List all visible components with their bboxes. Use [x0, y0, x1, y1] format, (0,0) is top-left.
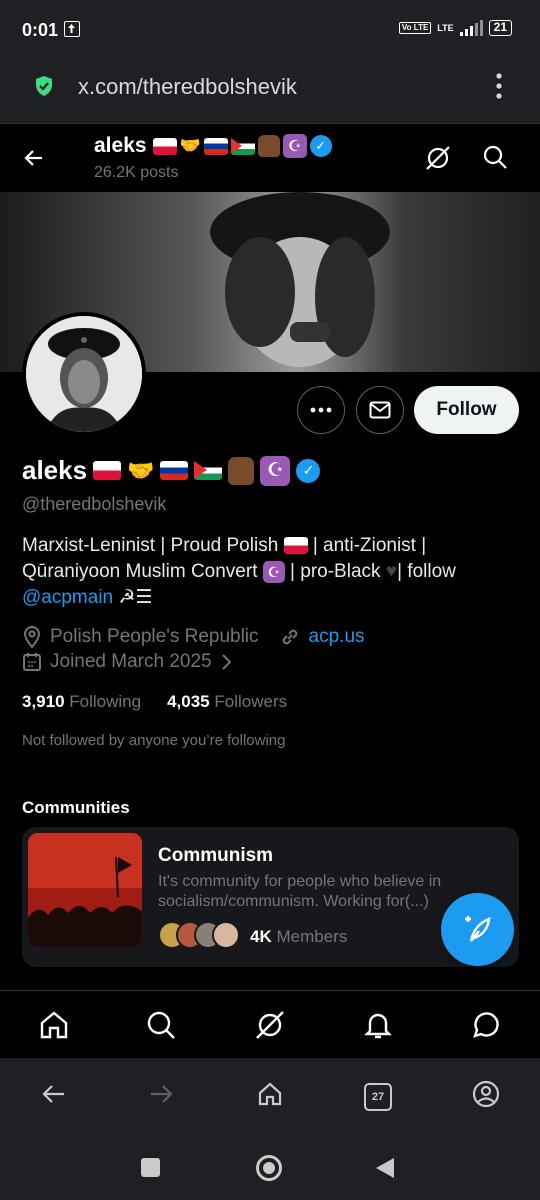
bio-text: Qūraniyoon Muslim Convert: [22, 561, 258, 582]
verified-badge-icon[interactable]: ✓: [296, 458, 321, 483]
profile-joined-row[interactable]: Joined March 2025: [22, 651, 232, 673]
recents-button[interactable]: [141, 1158, 160, 1177]
profile-header-bar: aleks 🤝 ☪ ✓ 26.2K posts: [0, 124, 540, 192]
profile-website-link[interactable]: acp.us: [309, 626, 365, 648]
arrow-left-icon[interactable]: [22, 146, 46, 170]
search-icon[interactable]: [145, 1009, 177, 1041]
header-post-count: 26.2K posts: [94, 164, 179, 181]
android-nav-bar: [0, 1138, 540, 1200]
compose-post-icon: [464, 915, 490, 942]
profile-name-text: aleks: [22, 455, 88, 485]
signal-icon: [459, 20, 483, 36]
volte-icon: Vo LTE: [398, 22, 432, 34]
grok-icon[interactable]: [254, 1009, 286, 1041]
upload-notification-icon: [64, 21, 80, 37]
header-name-text: aleks: [94, 134, 147, 157]
messages-icon[interactable]: [470, 1009, 502, 1041]
profile-location: Polish People's Republic: [50, 626, 259, 647]
account-icon[interactable]: [472, 1080, 500, 1108]
community-banner-art: [28, 833, 142, 947]
avatar-image: [26, 316, 142, 432]
status-time: 0:01: [22, 20, 59, 40]
android-back-icon[interactable]: [374, 1156, 396, 1180]
followers-label: Followers: [214, 692, 288, 711]
member-avatar: [212, 921, 240, 949]
home-icon[interactable]: [38, 1009, 70, 1041]
follow-button[interactable]: Follow: [414, 386, 519, 434]
poland-flag-icon: [152, 137, 177, 155]
russia-flag-icon: [203, 137, 228, 155]
android-home-button[interactable]: [256, 1155, 282, 1181]
handshake-icon: 🤝: [179, 136, 201, 155]
members-count: 4K: [250, 927, 272, 946]
raised-fist-icon: [228, 456, 255, 485]
url-field[interactable]: x.com/theredbolshevik: [78, 74, 297, 100]
star-crescent-icon: ☪: [282, 134, 307, 158]
mutual-followers-note: Not followed by anyone you’re following: [22, 732, 286, 749]
raised-fist-icon: [257, 135, 280, 157]
following-count: 3,910: [22, 692, 65, 711]
more-options-button[interactable]: [297, 386, 345, 434]
browser-url-bar: x.com/theredbolshevik: [0, 60, 540, 124]
bio-text: Marxist-Leninist | Proud Polish: [22, 535, 279, 556]
russia-flag-icon: [160, 461, 189, 480]
verified-badge-icon: ✓: [309, 135, 332, 157]
envelope-icon: [369, 401, 391, 419]
browser-home-icon[interactable]: [256, 1080, 284, 1108]
secure-shield-icon[interactable]: [34, 75, 54, 97]
star-crescent-icon: ☪: [260, 455, 291, 486]
community-name: Communism: [158, 845, 274, 866]
community-image: [28, 833, 142, 947]
battery-indicator: 21: [488, 20, 512, 36]
communities-heading: Communities: [22, 798, 130, 817]
message-button[interactable]: [356, 386, 404, 434]
follow-stats: 3,910 Following 4,035 Followers: [22, 692, 287, 712]
x-bottom-nav: [0, 990, 540, 1058]
header-name: aleks 🤝 ☪ ✓: [94, 134, 332, 158]
profile-display-name: aleks 🤝 ☪ ✓: [22, 455, 321, 486]
browser-bottom-toolbar: [0, 1058, 540, 1138]
notifications-bell-icon[interactable]: [362, 1009, 394, 1041]
palestine-flag-icon: [194, 461, 223, 480]
chevron-right-icon: [221, 654, 232, 670]
profile-joined-date: Joined March 2025: [50, 651, 212, 672]
black-heart-icon: ♥: [385, 561, 398, 582]
profile-avatar[interactable]: [22, 312, 146, 436]
tab-switcher-button[interactable]: 27: [364, 1083, 392, 1111]
browser-forward-icon[interactable]: [147, 1080, 175, 1108]
browser-back-icon[interactable]: [40, 1080, 68, 1108]
hammer-sickle-text: ☭☰: [118, 587, 153, 608]
handshake-icon: 🤝: [127, 457, 155, 483]
search-icon[interactable]: [482, 144, 508, 170]
emoji-row: 🤝 ☪ ✓: [152, 134, 332, 158]
star-crescent-icon: ☪: [262, 560, 285, 583]
bio-text: | follow: [397, 561, 456, 582]
community-member-avatars: [158, 921, 240, 949]
profile-bio: Marxist-Leninist | Proud Polish | anti-Z…: [22, 533, 522, 611]
following-stat[interactable]: 3,910 Following: [22, 692, 141, 712]
location-pin-icon: [23, 626, 41, 648]
members-label: Members: [276, 927, 348, 946]
following-label: Following: [69, 692, 142, 711]
community-description: It's community for people who believe in…: [158, 873, 442, 910]
bio-mention-link[interactable]: @acpmain: [22, 587, 113, 608]
browser-menu-icon[interactable]: [496, 73, 502, 99]
calendar-icon: [23, 653, 41, 671]
profile-meta-row: Polish People's Republic acp.us: [22, 626, 365, 648]
profile-handle: @theredbolshevik: [22, 494, 167, 514]
followers-count: 4,035: [167, 692, 210, 711]
palestine-flag-icon: [230, 137, 255, 155]
bio-text: | anti-Zionist |: [312, 535, 427, 556]
poland-flag-icon: [93, 461, 122, 480]
more-horizontal-icon: [310, 407, 332, 413]
link-icon: [282, 629, 297, 645]
poland-flag-icon: [283, 537, 308, 555]
bio-text: | pro-Black: [290, 561, 381, 582]
network-type: LTE: [437, 23, 454, 33]
status-bar: 0:01 Vo LTE LTE 21: [0, 0, 540, 60]
community-member-count: 4K Members: [250, 927, 347, 947]
compose-post-button[interactable]: [441, 893, 514, 966]
followers-stat[interactable]: 4,035 Followers: [167, 692, 287, 712]
grok-icon[interactable]: [424, 144, 452, 172]
